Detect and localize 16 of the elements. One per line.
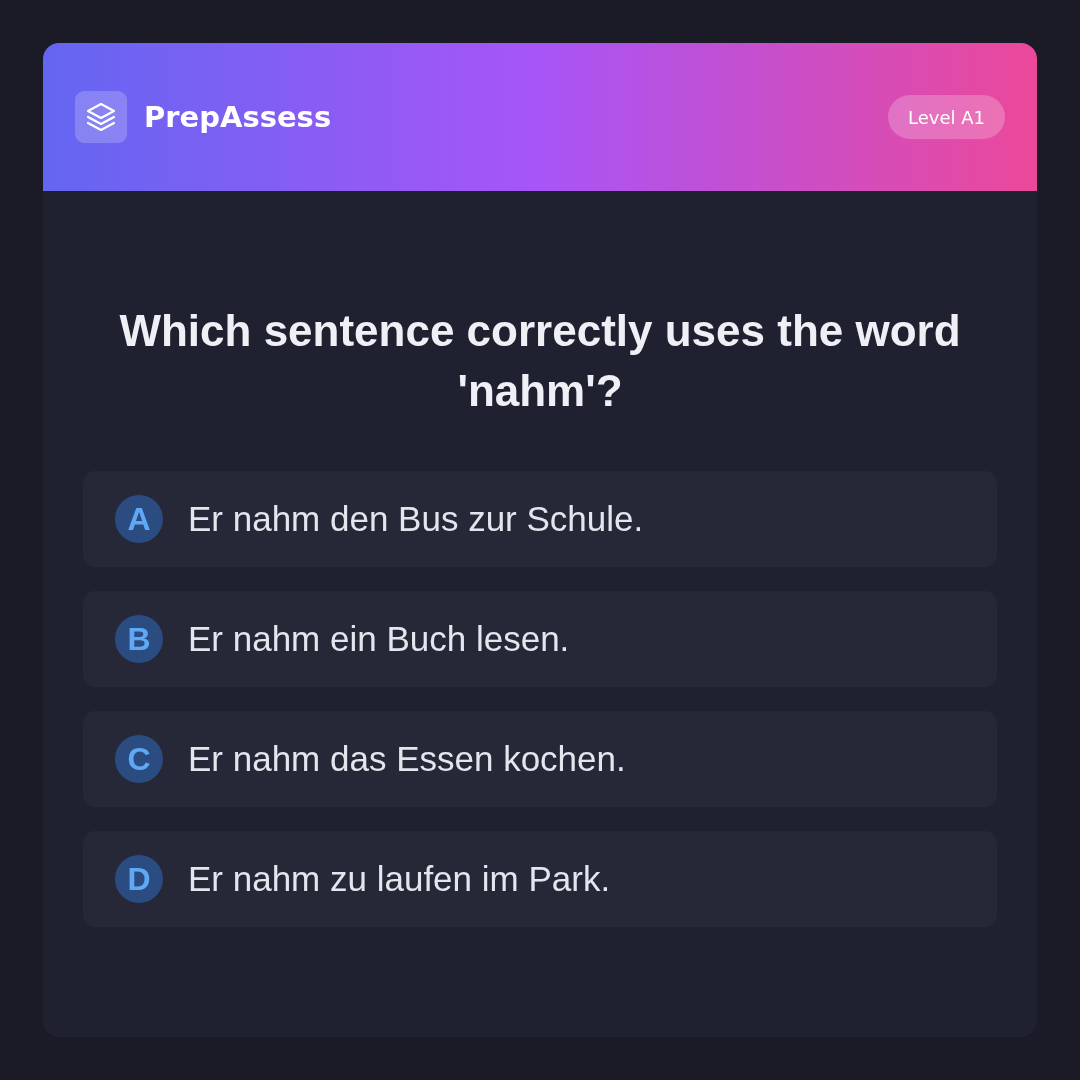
answer-option[interactable]: D Er nahm zu laufen im Park. — [83, 831, 997, 927]
option-text: Er nahm den Bus zur Schule. — [188, 499, 644, 539]
layers-logo-icon — [75, 91, 127, 143]
brand-name: PrepAssess — [144, 100, 332, 134]
answer-option[interactable]: C Er nahm das Essen kochen. — [83, 711, 997, 807]
option-letter: D — [115, 855, 163, 903]
option-text: Er nahm ein Buch lesen. — [188, 619, 570, 659]
answer-option[interactable]: B Er nahm ein Buch lesen. — [83, 591, 997, 687]
answer-option[interactable]: A Er nahm den Bus zur Schule. — [83, 471, 997, 567]
option-letter: C — [115, 735, 163, 783]
question-text: Which sentence correctly uses the word 'nahm'? — [118, 305, 962, 417]
option-letter: B — [115, 615, 163, 663]
option-text: Er nahm das Essen kochen. — [188, 739, 626, 779]
option-text: Er nahm zu laufen im Park. — [188, 859, 611, 899]
level-badge: Level A1 — [888, 95, 1005, 139]
option-letter: A — [115, 495, 163, 543]
